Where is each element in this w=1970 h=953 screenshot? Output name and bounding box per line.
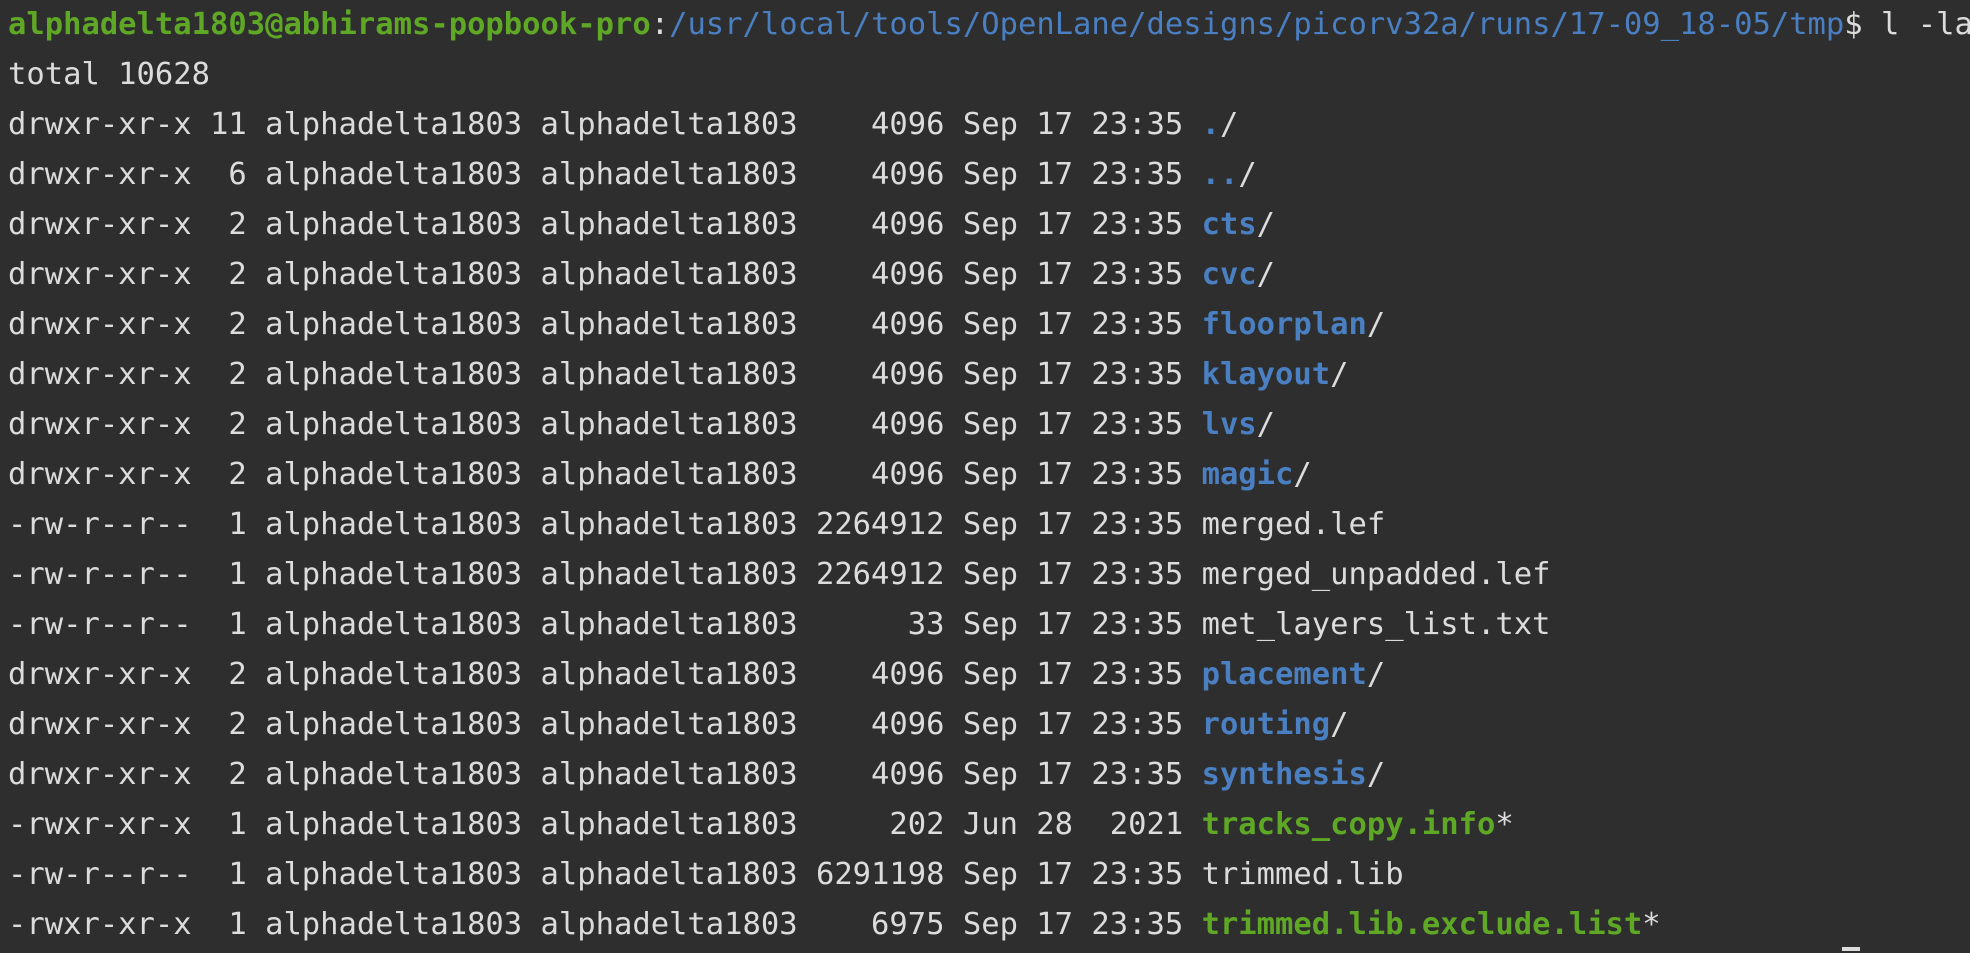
entry-details: drwxr-xr-x 2 alphadelta1803 alphadelta18… [8,457,1202,492]
entry-details: -rwxr-xr-x 1 alphadelta1803 alphadelta18… [8,907,1202,942]
entry-details: -rw-r--r-- 1 alphadelta1803 alphadelta18… [8,607,1202,642]
entry-type-suffix: / [1366,757,1386,792]
entry-name: . [1201,107,1220,142]
entry-name: merged_unpadded.lef [1201,557,1551,592]
listing-row: drwxr-xr-x 2 alphadelta1803 alphadelta18… [8,400,1970,450]
entry-details: -rw-r--r-- 1 alphadelta1803 alphadelta18… [8,507,1202,542]
listing-row: drwxr-xr-x 2 alphadelta1803 alphadelta18… [8,650,1970,700]
listing-row: -rw-r--r-- 1 alphadelta1803 alphadelta18… [8,550,1970,600]
entry-name: placement [1201,657,1367,692]
entry-type-suffix: / [1330,357,1349,392]
entry-details: drwxr-xr-x 11 alphadelta1803 alphadelta1… [8,107,1202,142]
terminal-window[interactable]: alphadelta1803@abhirams-popbook-pro:/usr… [0,0,1970,953]
entry-type-suffix: / [1219,107,1239,142]
entry-name: routing [1201,707,1331,742]
entry-details: -rwxr-xr-x 1 alphadelta1803 alphadelta18… [8,807,1202,842]
directory-listing: drwxr-xr-x 11 alphadelta1803 alphadelta1… [8,100,1970,950]
listing-row: -rw-r--r-- 1 alphadelta1803 alphadelta18… [8,600,1970,650]
entry-type-suffix: / [1330,707,1349,742]
listing-row: drwxr-xr-x 11 alphadelta1803 alphadelta1… [8,100,1970,150]
entry-name: trimmed.lib.exclude.list [1201,907,1643,942]
listing-row: drwxr-xr-x 2 alphadelta1803 alphadelta18… [8,300,1970,350]
entry-type-suffix: / [1366,657,1386,692]
entry-type-suffix: / [1256,257,1276,292]
entry-details: -rw-r--r-- 1 alphadelta1803 alphadelta18… [8,857,1202,892]
listing-row: drwxr-xr-x 2 alphadelta1803 alphadelta18… [8,750,1970,800]
entry-type-suffix: * [1495,807,1514,842]
entry-type-suffix: / [1238,157,1257,192]
entry-details: drwxr-xr-x 6 alphadelta1803 alphadelta18… [8,157,1202,192]
listing-row: -rwxr-xr-x 1 alphadelta1803 alphadelta18… [8,900,1970,950]
entry-name: .. [1201,157,1239,192]
listing-row: drwxr-xr-x 2 alphadelta1803 alphadelta18… [8,250,1970,300]
entry-name: synthesis [1201,757,1367,792]
entry-name: cvc [1201,257,1257,292]
entry-type-suffix: * [1642,907,1661,942]
total-line: total 10628 [8,57,210,92]
entry-details: drwxr-xr-x 2 alphadelta1803 alphadelta18… [8,657,1202,692]
listing-row: -rwxr-xr-x 1 alphadelta1803 alphadelta18… [8,800,1970,850]
entry-details: drwxr-xr-x 2 alphadelta1803 alphadelta18… [8,407,1202,442]
prompt-line: alphadelta1803@abhirams-popbook-pro:/usr… [8,0,1970,50]
entry-details: drwxr-xr-x 2 alphadelta1803 alphadelta18… [8,207,1202,242]
prompt-user-host: alphadelta1803@abhirams-popbook-pro [8,7,651,42]
entry-type-suffix: / [1256,407,1276,442]
terminal-cursor [1842,947,1860,951]
entry-name: tracks_copy.info [1201,807,1496,842]
entry-type-suffix: / [1366,307,1386,342]
entry-details: -rw-r--r-- 1 alphadelta1803 alphadelta18… [8,557,1202,592]
entry-details: drwxr-xr-x 2 alphadelta1803 alphadelta18… [8,257,1202,292]
entry-name: klayout [1201,357,1331,392]
prompt-symbol: $ [1844,7,1863,42]
entry-name: merged.lef [1201,507,1386,542]
command-text: l -la [1862,7,1970,42]
entry-name: cts [1201,207,1257,242]
entry-type-suffix: / [1256,207,1276,242]
entry-details: drwxr-xr-x 2 alphadelta1803 alphadelta18… [8,357,1202,392]
entry-details: drwxr-xr-x 2 alphadelta1803 alphadelta18… [8,707,1202,742]
listing-row: -rw-r--r-- 1 alphadelta1803 alphadelta18… [8,850,1970,900]
entry-name: lvs [1201,407,1257,442]
entry-details: drwxr-xr-x 2 alphadelta1803 alphadelta18… [8,757,1202,792]
listing-row: drwxr-xr-x 2 alphadelta1803 alphadelta18… [8,700,1970,750]
entry-type-suffix: / [1293,457,1312,492]
prompt-path: /usr/local/tools/OpenLane/designs/picorv… [669,7,1845,42]
listing-row: drwxr-xr-x 6 alphadelta1803 alphadelta18… [8,150,1970,200]
entry-details: drwxr-xr-x 2 alphadelta1803 alphadelta18… [8,307,1202,342]
entry-name: magic [1201,457,1294,492]
entry-name: met_layers_list.txt [1201,607,1551,642]
listing-row: drwxr-xr-x 2 alphadelta1803 alphadelta18… [8,200,1970,250]
listing-row: drwxr-xr-x 2 alphadelta1803 alphadelta18… [8,350,1970,400]
entry-name: trimmed.lib [1201,857,1404,892]
prompt-separator: : [650,7,670,42]
listing-row: drwxr-xr-x 2 alphadelta1803 alphadelta18… [8,450,1970,500]
entry-name: floorplan [1201,307,1367,342]
listing-row: -rw-r--r-- 1 alphadelta1803 alphadelta18… [8,500,1970,550]
